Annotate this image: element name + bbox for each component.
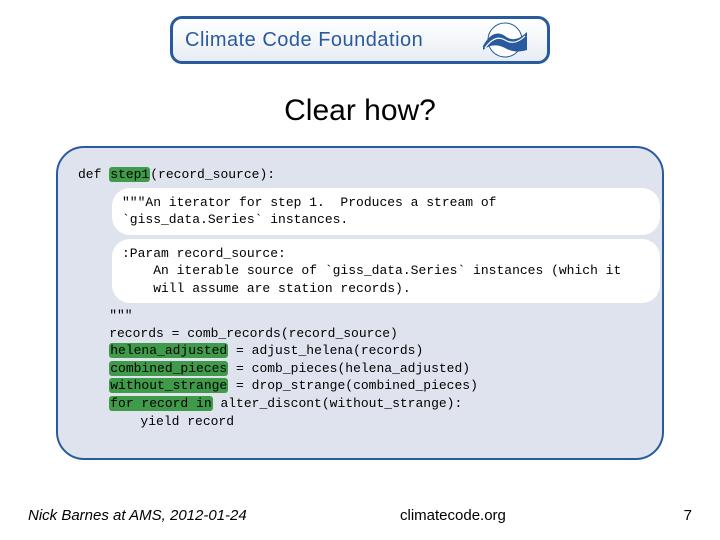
highlight-without: without_strange [109,378,228,393]
code-line: helena_adjusted = adjust_helena(records) [78,342,642,360]
wave-icon [475,22,535,58]
code-def-line: def step1(record_source): [78,166,642,184]
footer-url: climatecode.org [400,507,506,524]
code-line: yield record [78,413,642,431]
docstring-block-2: :Param record_source: An iterable source… [112,239,660,304]
doc-line: will assume are station records). [122,280,650,298]
footer-author: Nick Barnes at AMS, 2012-01-24 [28,507,247,524]
code-line: """ [78,307,642,325]
doc-line: :Param record_source: [122,245,650,263]
logo-text: Climate Code Foundation [185,29,423,52]
slide-title: Clear how? [0,94,720,128]
logo-container: Climate Code Foundation [170,16,550,64]
highlight-helena: helena_adjusted [109,343,228,358]
code-line: records = comb_records(record_source) [78,325,642,343]
highlight-for: for record in [109,396,212,411]
code-line: for record in alter_discont(without_stra… [78,395,642,413]
highlight-combined: combined_pieces [109,361,228,376]
code-line: without_strange = drop_strange(combined_… [78,377,642,395]
page-number: 7 [684,507,692,524]
doc-line: An iterable source of `giss_data.Series`… [122,262,650,280]
footer: Nick Barnes at AMS, 2012-01-24 climateco… [28,507,692,524]
docstring-block-1: """An iterator for step 1. Produces a st… [112,188,660,235]
doc-line: """An iterator for step 1. Produces a st… [122,194,650,212]
doc-line: `giss_data.Series` instances. [122,211,650,229]
code-block: def step1(record_source): """An iterator… [56,146,664,460]
highlight-step1: step1 [109,167,150,182]
code-line: combined_pieces = comb_pieces(helena_adj… [78,360,642,378]
logo-banner: Climate Code Foundation [170,16,550,64]
